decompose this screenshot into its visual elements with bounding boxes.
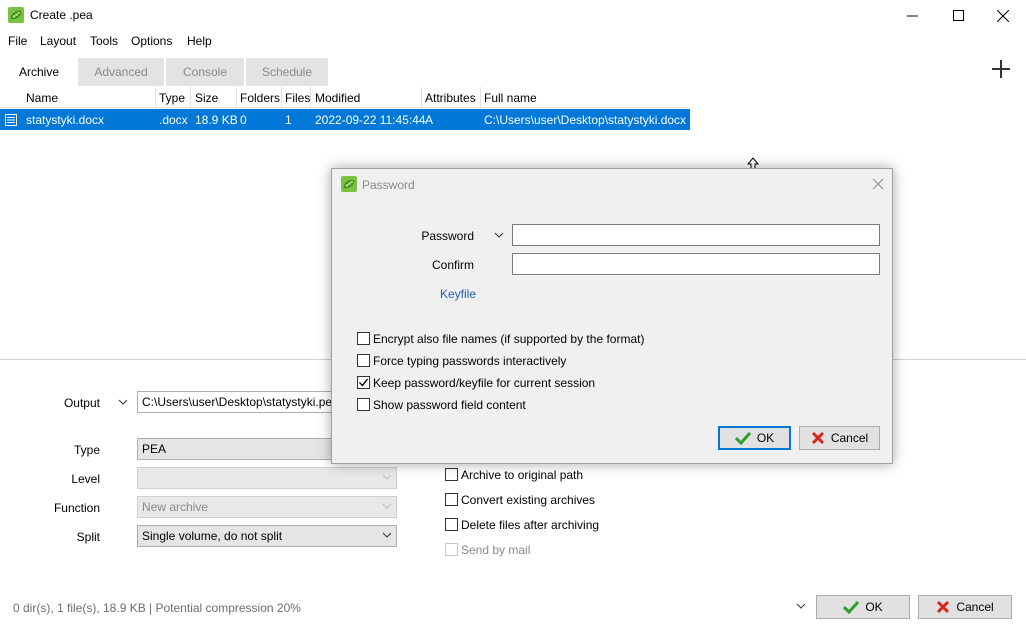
menu-options[interactable]: Options xyxy=(131,34,172,48)
main-ok-button[interactable]: OK xyxy=(816,595,910,619)
close-icon xyxy=(997,9,1009,22)
minimize-icon xyxy=(906,15,918,17)
output-path-field[interactable]: C:\Users\user\Desktop\statystyki.pea xyxy=(137,391,337,413)
tab-console[interactable]: Console xyxy=(166,58,244,86)
maximize-button[interactable] xyxy=(935,0,981,31)
menu-bar: File Layout Tools Options Help xyxy=(0,31,1026,51)
tab-advanced[interactable]: Advanced xyxy=(78,58,164,86)
menu-tools[interactable]: Tools xyxy=(90,34,118,48)
cell-size: 18.9 KB xyxy=(195,113,238,127)
minimize-button[interactable] xyxy=(889,0,935,31)
archive-original-path-checkbox[interactable] xyxy=(445,468,458,481)
function-value: New archive xyxy=(142,500,209,514)
cell-files: 1 xyxy=(285,113,292,127)
delete-after-label: Delete files after archiving xyxy=(461,518,600,532)
type-value: PEA xyxy=(142,442,167,456)
convert-archives-checkbox[interactable] xyxy=(445,493,458,506)
checkmark-icon xyxy=(359,378,369,387)
encrypt-names-checkbox[interactable] xyxy=(357,332,370,345)
pea-app-icon xyxy=(341,176,357,192)
keep-password-label: Keep password/keyfile for current sessio… xyxy=(373,376,596,390)
dialog-cancel-button[interactable]: Cancel xyxy=(799,426,880,450)
column-attributes[interactable]: Attributes xyxy=(425,91,476,105)
column-type[interactable]: Type xyxy=(159,91,185,105)
chevron-down-icon[interactable] xyxy=(796,602,806,610)
encrypt-names-label: Encrypt also file names (if supported by… xyxy=(373,332,645,346)
send-mail-label: Send by mail xyxy=(461,543,531,557)
cell-name: statystyki.docx xyxy=(26,113,105,127)
tab-schedule[interactable]: Schedule xyxy=(246,58,328,86)
cross-icon xyxy=(811,431,824,445)
tab-archive[interactable]: Archive xyxy=(8,58,70,86)
cell-attributes: A xyxy=(425,113,434,127)
confirm-label: Confirm xyxy=(431,258,474,272)
menu-layout[interactable]: Layout xyxy=(40,34,76,48)
cell-folders: 0 xyxy=(240,113,247,127)
column-folders[interactable]: Folders xyxy=(240,91,280,105)
split-label: Split xyxy=(76,530,100,544)
level-select xyxy=(137,467,397,489)
window-title: Create .pea xyxy=(30,8,93,22)
chevron-down-icon xyxy=(382,532,392,538)
menu-help[interactable]: Help xyxy=(187,34,212,48)
add-tab-icon[interactable] xyxy=(988,56,1014,82)
main-cancel-label: Cancel xyxy=(956,600,994,614)
cell-full-name: C:\Users\user\Desktop\statystyki.docx xyxy=(484,113,687,127)
password-input[interactable] xyxy=(512,224,880,246)
chevron-down-icon xyxy=(382,474,392,480)
output-label: Output xyxy=(63,396,100,410)
split-select[interactable]: Single volume, do not split xyxy=(137,525,397,547)
force-typing-checkbox[interactable] xyxy=(357,354,370,367)
keep-password-checkbox[interactable] xyxy=(357,376,370,389)
close-button[interactable] xyxy=(980,0,1026,31)
dialog-ok-button[interactable]: OK xyxy=(718,426,791,450)
level-label: Level xyxy=(71,472,100,486)
column-size[interactable]: Size xyxy=(195,91,218,105)
column-modified[interactable]: Modified xyxy=(315,91,360,105)
chevron-down-icon xyxy=(382,503,392,509)
function-label: Function xyxy=(53,501,100,515)
password-dialog: Password Password Confirm Keyfile Encryp… xyxy=(331,168,893,464)
show-password-label: Show password field content xyxy=(373,398,526,412)
table-row[interactable]: statystyki.docx .docx 18.9 KB 0 1 2022-0… xyxy=(0,109,690,130)
send-mail-checkbox xyxy=(445,543,458,556)
cross-icon xyxy=(937,600,950,614)
dialog-ok-label: OK xyxy=(756,431,775,445)
maximize-icon xyxy=(952,10,964,21)
dialog-title: Password xyxy=(362,178,415,192)
cell-modified: 2022-09-22 11:45:44 xyxy=(315,113,426,127)
chevron-down-icon[interactable] xyxy=(118,398,128,406)
main-cancel-button[interactable]: Cancel xyxy=(918,595,1012,619)
cell-type: .docx xyxy=(159,113,188,127)
convert-archives-label: Convert existing archives xyxy=(461,493,596,507)
delete-after-checkbox[interactable] xyxy=(445,518,458,531)
confirm-input[interactable] xyxy=(512,253,880,275)
output-path-value: C:\Users\user\Desktop\statystyki.pea xyxy=(142,395,337,409)
archive-original-path-label: Archive to original path xyxy=(461,468,584,482)
column-name[interactable]: Name xyxy=(26,91,58,105)
dialog-close-icon[interactable] xyxy=(872,178,884,190)
check-icon xyxy=(843,600,860,614)
split-value: Single volume, do not split xyxy=(142,529,283,543)
column-files[interactable]: Files xyxy=(285,91,310,105)
keyfile-link[interactable]: Keyfile xyxy=(440,287,476,301)
pea-app-icon xyxy=(8,7,24,23)
type-select[interactable]: PEA xyxy=(137,438,337,460)
file-list-header: Name Type Size Folders Files Modified At… xyxy=(0,87,690,108)
title-bar: Create .pea xyxy=(0,0,1026,31)
menu-file[interactable]: File xyxy=(8,34,27,48)
dialog-cancel-label: Cancel xyxy=(830,431,869,445)
chevron-down-icon[interactable] xyxy=(494,231,504,239)
password-label: Password xyxy=(421,229,474,243)
force-typing-label: Force typing passwords interactively xyxy=(373,354,567,368)
file-icon xyxy=(5,114,17,126)
type-label: Type xyxy=(73,443,100,457)
show-password-checkbox[interactable] xyxy=(357,398,370,411)
status-text: 0 dir(s), 1 file(s), 18.9 KB | Potential… xyxy=(13,601,301,615)
check-icon xyxy=(734,431,751,445)
main-ok-label: OK xyxy=(865,600,883,614)
function-select: New archive xyxy=(137,496,397,518)
column-full-name[interactable]: Full name xyxy=(484,91,537,105)
